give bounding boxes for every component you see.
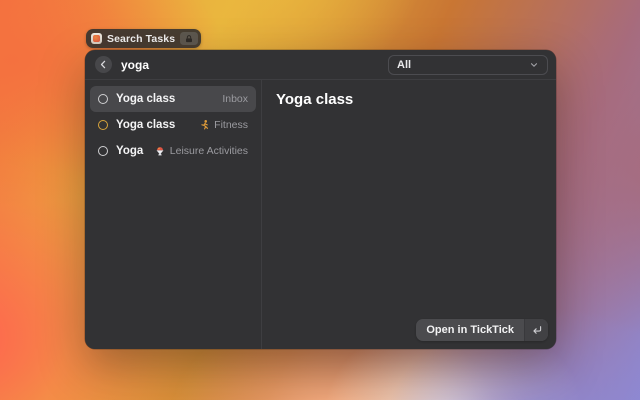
- search-tasks-window: All Yoga classInboxYoga classFitnessYoga…: [85, 50, 556, 349]
- task-title: Yoga class: [116, 93, 214, 105]
- task-accessory-label: Leisure Activities: [170, 145, 248, 157]
- task-status-circle-icon: [98, 94, 108, 104]
- lock-icon: [180, 32, 198, 45]
- chevron-down-icon: [529, 60, 539, 70]
- task-row[interactable]: Yoga class Inbox: [90, 86, 256, 112]
- search-input[interactable]: [121, 58, 388, 72]
- detail-title: Yoga class: [276, 91, 542, 108]
- task-title: Yoga class: [116, 119, 190, 131]
- task-status-circle-icon: [98, 120, 108, 130]
- back-button[interactable]: [95, 56, 112, 73]
- window-body: Yoga classInboxYoga classFitnessYoga cla…: [85, 80, 556, 349]
- results-list: Yoga classInboxYoga classFitnessYoga cla…: [85, 80, 262, 349]
- task-accessory: Inbox: [222, 93, 248, 105]
- task-accessory-label: Inbox: [222, 93, 248, 105]
- task-title: Yoga class: [116, 145, 146, 157]
- filter-dropdown[interactable]: All: [388, 55, 548, 75]
- command-title: Search Tasks: [107, 33, 175, 45]
- task-row[interactable]: Yoga class Leisure Activities: [90, 138, 256, 164]
- task-status-circle-icon: [98, 146, 108, 156]
- checklist-app-icon: [91, 33, 102, 44]
- shaved-ice-icon: [154, 145, 166, 157]
- return-key-icon: [524, 319, 548, 341]
- task-accessory: Fitness: [198, 119, 248, 131]
- open-in-ticktick-button[interactable]: Open in TickTick: [416, 319, 548, 341]
- task-accessory: Leisure Activities: [154, 145, 248, 157]
- window-header: All: [85, 50, 556, 80]
- detail-panel: Yoga class: [262, 80, 556, 349]
- task-row[interactable]: Yoga class Fitness: [90, 112, 256, 138]
- filter-selected-value: All: [397, 59, 411, 71]
- chevron-left-icon: [99, 60, 108, 69]
- raycast-command-pill: Search Tasks: [86, 29, 201, 48]
- task-accessory-label: Fitness: [214, 119, 248, 131]
- primary-action-label: Open in TickTick: [416, 319, 524, 341]
- runner-icon: [198, 119, 210, 131]
